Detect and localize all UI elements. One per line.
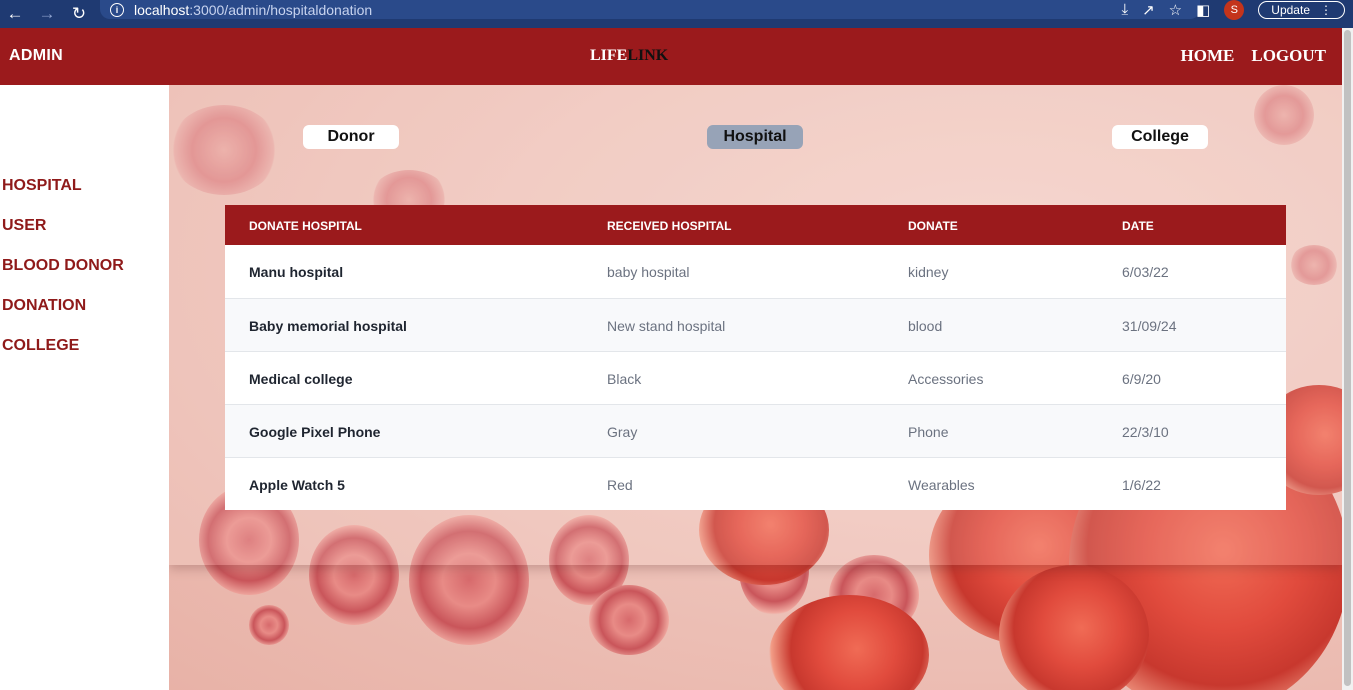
cell-received-hospital: baby hospital: [607, 264, 690, 280]
site-info-icon[interactable]: i: [110, 2, 124, 17]
sidebar-item-donation[interactable]: DONATION: [2, 297, 86, 315]
browser-actions: ⤓ ↗ ☆ ◧ S Update ⋮: [1121, 0, 1353, 20]
hospital-donation-table: DONATE HOSPITAL RECEIVED HOSPITAL DONATE…: [225, 205, 1286, 510]
cell-date: 6/9/20: [1122, 371, 1161, 387]
cell-donate: blood: [908, 318, 943, 334]
side-panel-icon[interactable]: ◧: [1196, 1, 1210, 19]
reload-icon[interactable]: ↻: [65, 0, 93, 28]
brand-logo[interactable]: LIFELINK: [590, 47, 668, 65]
sidebar-item-college[interactable]: COLLEGE: [2, 337, 79, 355]
table-body: Manu hospital baby hospital kidney 6/03/…: [225, 245, 1286, 510]
install-icon[interactable]: ⤓: [1121, 1, 1128, 18]
browser-toolbar: ← → ↻ i localhost:3000/admin/hospitaldon…: [0, 0, 1353, 28]
cell-donate: Wearables: [908, 477, 975, 493]
cell-date: 22/3/10: [1122, 424, 1169, 440]
cell-date: 6/03/22: [1122, 264, 1169, 280]
page-scrollbar[interactable]: [1342, 28, 1353, 690]
share-icon[interactable]: ↗: [1142, 1, 1155, 19]
scrollbar-thumb[interactable]: [1344, 30, 1351, 686]
column-header-received-hospital: RECEIVED HOSPITAL: [607, 219, 732, 233]
sidebar-item-blood-donor[interactable]: BLOOD DONOR: [2, 257, 124, 275]
brand-logo-part1: LIFE: [590, 47, 628, 64]
header-nav: HOME LOGOUT: [1181, 46, 1326, 66]
logout-link[interactable]: LOGOUT: [1251, 46, 1326, 66]
table-row: Medical college Black Accessories 6/9/20: [225, 351, 1286, 404]
cell-donate-hospital: Apple Watch 5: [249, 477, 345, 493]
admin-title: ADMIN: [9, 47, 63, 64]
cell-received-hospital: New stand hospital: [607, 318, 726, 334]
column-header-date: DATE: [1122, 219, 1154, 233]
cell-received-hospital: Black: [607, 371, 642, 387]
column-header-donate-hospital: DONATE HOSPITAL: [249, 219, 362, 233]
cell-donate-hospital: Baby memorial hospital: [249, 318, 407, 334]
table-header: DONATE HOSPITAL RECEIVED HOSPITAL DONATE…: [225, 205, 1286, 245]
cell-donate: Accessories: [908, 371, 984, 387]
forward-arrow-icon[interactable]: →: [33, 0, 61, 28]
tab-hospital[interactable]: Hospital: [707, 125, 803, 149]
table-row: Google Pixel Phone Gray Phone 22/3/10: [225, 404, 1286, 457]
more-menu-icon[interactable]: ⋮: [1320, 3, 1332, 17]
cell-donate-hospital: Manu hospital: [249, 264, 344, 280]
cell-donate: Phone: [908, 424, 949, 440]
cell-donate-hospital: Google Pixel Phone: [249, 424, 381, 440]
main-content: Donor Hospital College DONATE HOSPITAL R…: [169, 85, 1342, 690]
cell-received-hospital: Gray: [607, 424, 638, 440]
table-row: Manu hospital baby hospital kidney 6/03/…: [225, 245, 1286, 298]
url-text: localhost:3000/admin/hospitaldonation: [134, 1, 373, 18]
app-header: ADMIN LIFELINK HOME LOGOUT: [0, 28, 1342, 85]
tab-college[interactable]: College: [1112, 125, 1208, 149]
tab-donor[interactable]: Donor: [303, 125, 399, 149]
update-button[interactable]: Update ⋮: [1258, 0, 1345, 19]
bookmark-star-icon[interactable]: ☆: [1169, 1, 1182, 19]
address-bar[interactable]: i localhost:3000/admin/hospitaldonation: [100, 0, 1200, 19]
brand-logo-part2: LINK: [627, 47, 669, 64]
sidebar: HOSPITAL USER BLOOD DONOR DONATION COLLE…: [0, 85, 169, 690]
cell-received-hospital: Red: [607, 477, 633, 493]
sidebar-item-hospital[interactable]: HOSPITAL: [2, 177, 82, 195]
profile-avatar[interactable]: S: [1224, 0, 1245, 20]
cell-donate: kidney: [908, 264, 949, 280]
table-row: Apple Watch 5 Red Wearables 1/6/22: [225, 457, 1286, 510]
home-link[interactable]: HOME: [1181, 46, 1235, 66]
sidebar-item-user[interactable]: USER: [2, 217, 46, 235]
cell-date: 1/6/22: [1122, 477, 1161, 493]
table-row: Baby memorial hospital New stand hospita…: [225, 298, 1286, 351]
cell-donate-hospital: Medical college: [249, 371, 353, 387]
back-arrow-icon[interactable]: ←: [1, 0, 29, 28]
cell-date: 31/09/24: [1122, 318, 1177, 334]
column-header-donate: DONATE: [908, 219, 958, 233]
